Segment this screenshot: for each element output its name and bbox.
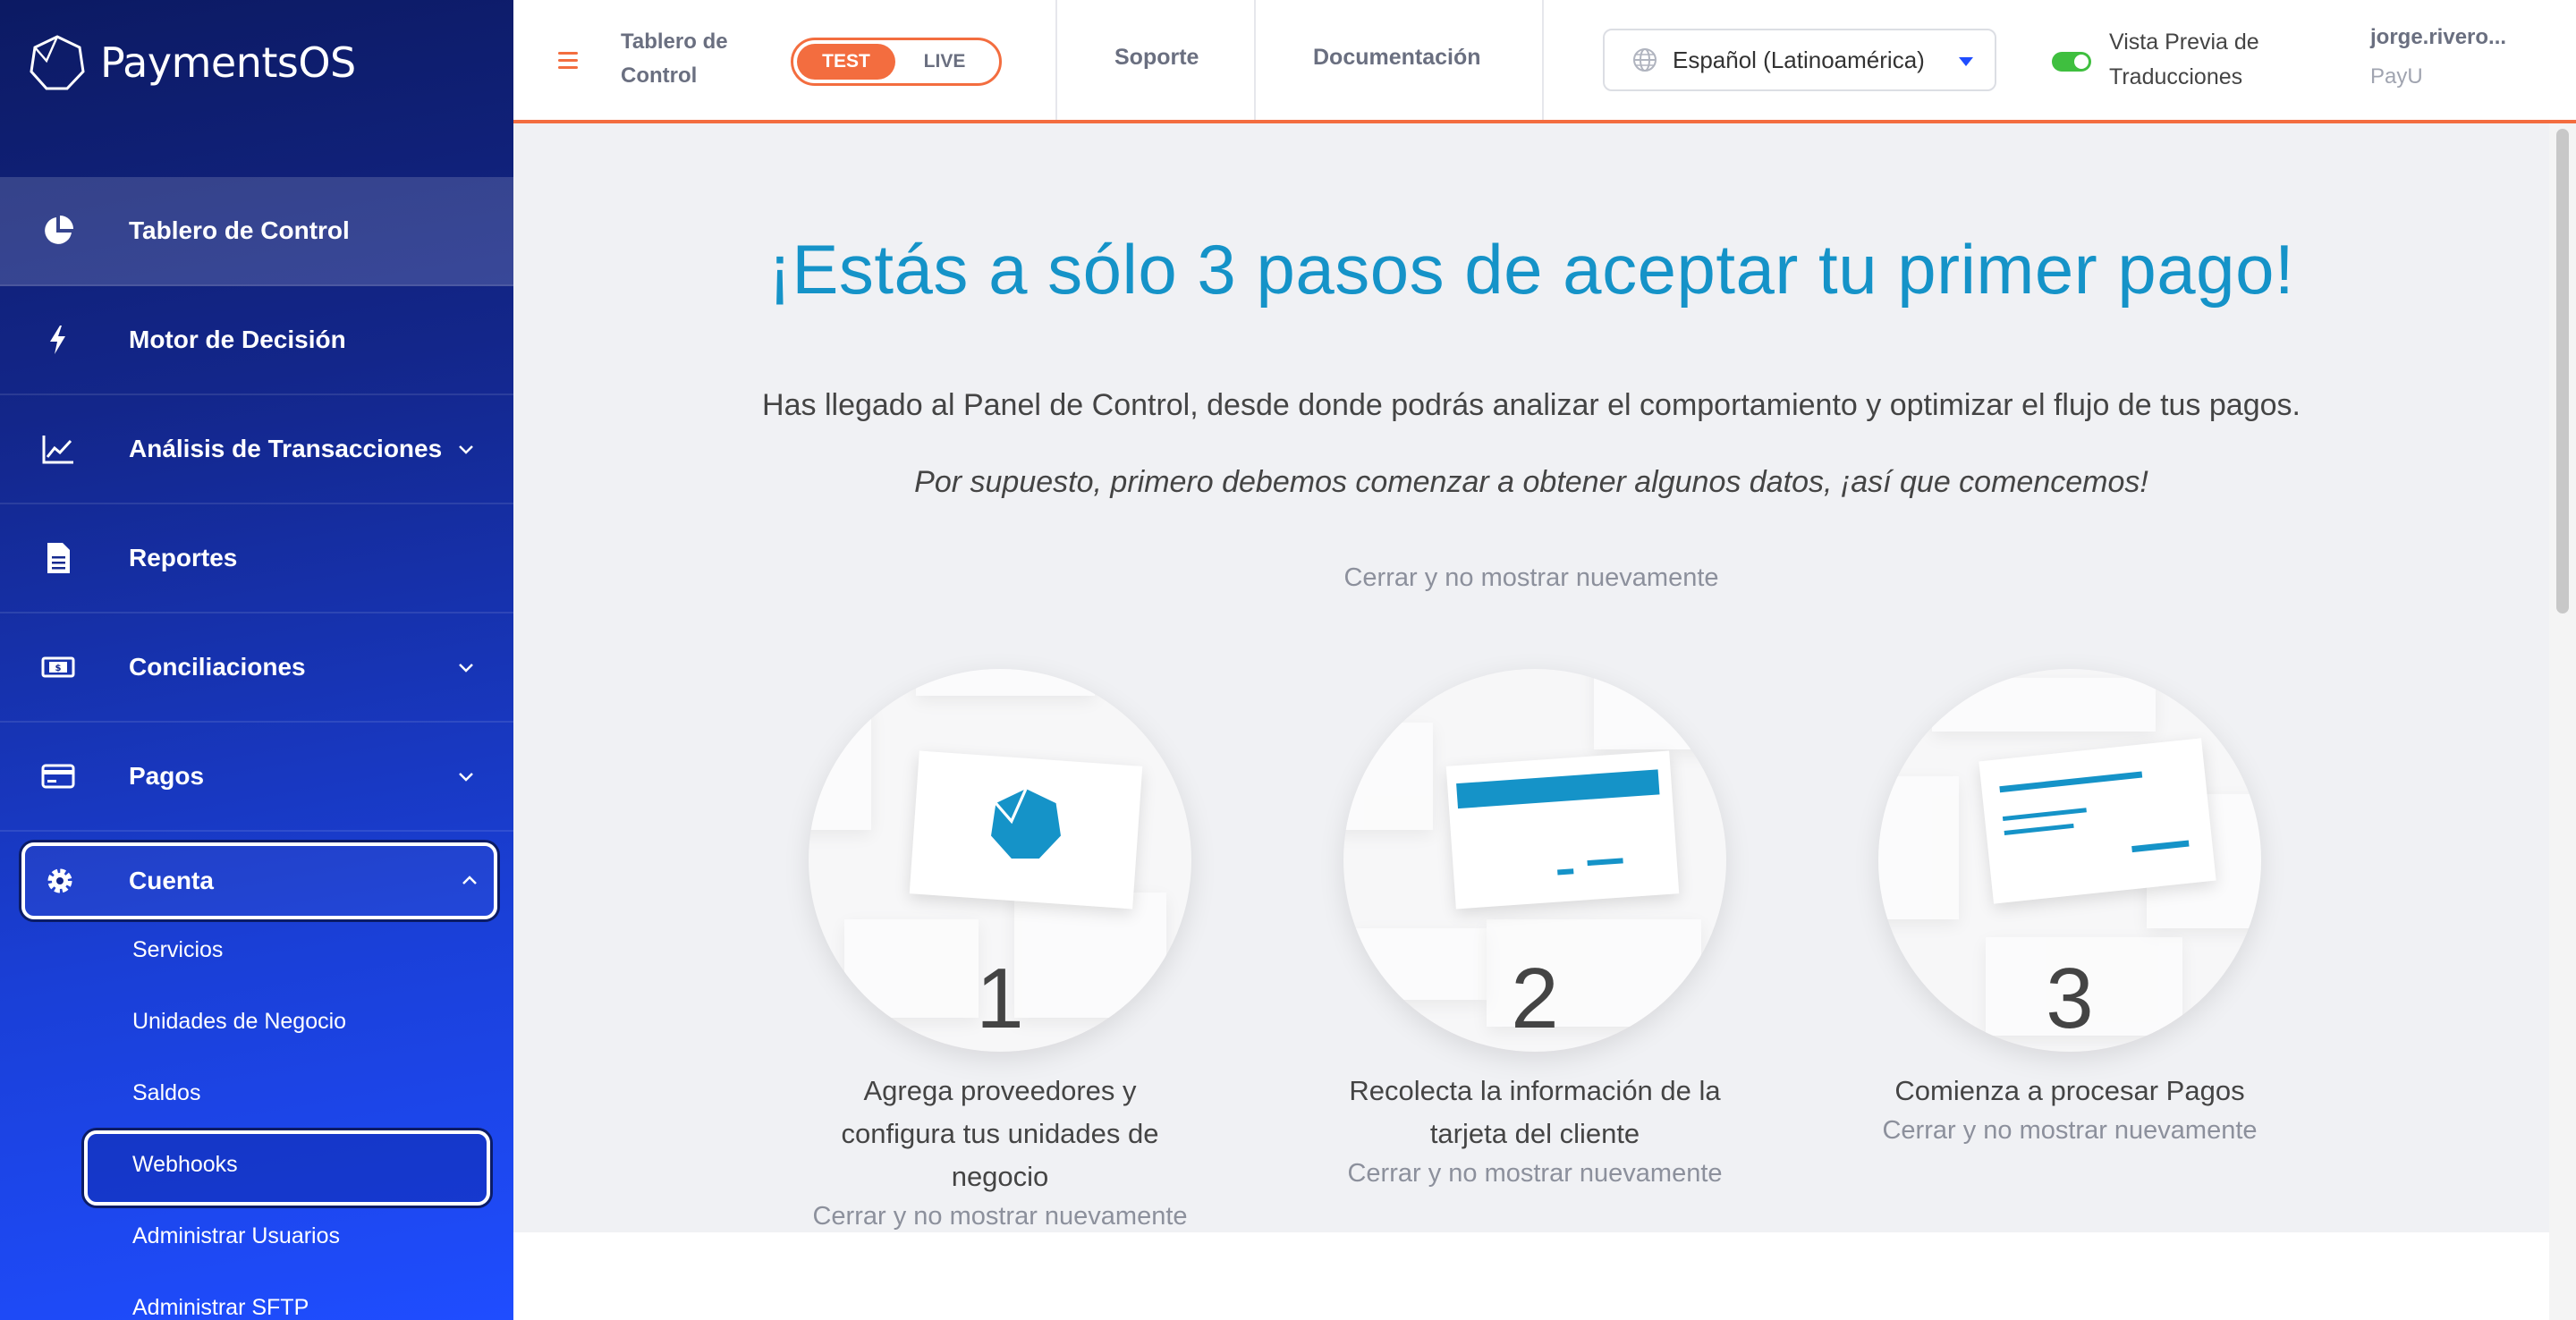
paymentsos-logo-icon [30, 35, 85, 90]
env-live-option[interactable]: LIVE [895, 44, 994, 80]
top-bar: Tablero de Control TEST LIVE Soporte Doc… [513, 0, 2576, 123]
sidebar-item-analisis[interactable]: Análisis de Transacciones [0, 395, 513, 504]
subitem-administrar-usuarios[interactable]: Administrar Usuarios [0, 1197, 513, 1268]
subitem-saldos[interactable]: Saldos [0, 1053, 513, 1125]
scrollbar[interactable] [2549, 123, 2576, 1320]
trend-chart-icon [39, 430, 77, 468]
step-3-illustration: 3 [1878, 669, 2261, 1052]
sidebar-item-label: Pagos [129, 762, 205, 790]
sidebar-item-label: Análisis de Transacciones [129, 435, 443, 462]
translation-preview-label: Vista Previa de Traducciones [2109, 30, 2259, 89]
svg-text:$: $ [55, 664, 62, 673]
step-1-illustration: 1 [809, 669, 1191, 1052]
sidebar-item-reportes[interactable]: Reportes [0, 504, 513, 613]
main-content: ¡Estás a sólo 3 pasos de aceptar tu prim… [513, 123, 2549, 1232]
app-name: PaymentsOS [100, 38, 356, 87]
sidebar-item-label: Conciliaciones [129, 653, 306, 681]
subitem-servicios[interactable]: Servicios [0, 910, 513, 982]
sidebar-item-label: Cuenta [129, 867, 214, 894]
onboarding-headline: ¡Estás a sólo 3 pasos de aceptar tu prim… [767, 230, 2295, 309]
lightning-icon [39, 321, 77, 359]
globe-icon [1633, 48, 1657, 72]
divider [1055, 0, 1057, 120]
sidebar-nav: Tablero de Control Motor de Decisión Aná… [0, 177, 513, 919]
subitem-label: Unidades de Negocio [132, 1009, 347, 1034]
user-name[interactable]: jorge.rivero... [2370, 25, 2506, 50]
sidebar-item-conciliaciones[interactable]: $ Conciliaciones [0, 613, 513, 723]
sidebar: PaymentsOS Tablero de Control Motor de D… [0, 0, 513, 1320]
step-title: Comienza a procesar Pagos [1894, 1075, 2245, 1106]
step-number: 2 [1511, 951, 1559, 1046]
scrollbar-thumb[interactable] [2556, 129, 2569, 613]
sidebar-item-motor[interactable]: Motor de Decisión [0, 286, 513, 395]
sidebar-item-cuenta[interactable]: Cuenta [21, 842, 497, 919]
gear-icon [41, 862, 79, 900]
translation-preview-switch[interactable] [2052, 52, 2091, 72]
sidebar-item-pagos[interactable]: Pagos [0, 723, 513, 832]
subitem-label: Servicios [132, 937, 224, 962]
sidebar-item-tablero[interactable]: Tablero de Control [0, 177, 513, 286]
dismiss-link[interactable]: Cerrar y no mostrar nuevamente [513, 563, 2549, 593]
pie-chart-icon [39, 212, 77, 250]
chevron-down-icon[interactable] [454, 656, 478, 679]
subitem-label: Administrar Usuarios [132, 1223, 341, 1248]
step-3: 3 Comienza a procesar Pagos Cerrar y no … [1873, 669, 2267, 1146]
hamburger-menu-icon[interactable] [558, 52, 578, 70]
chevron-down-icon[interactable] [454, 765, 478, 788]
subitem-unidades-negocio[interactable]: Unidades de Negocio [0, 982, 513, 1053]
subitem-administrar-sftp[interactable]: Administrar SFTP [0, 1268, 513, 1320]
organization-name: PayU [2370, 64, 2423, 89]
sidebar-subnav-cuenta: Servicios Unidades de Negocio Saldos Web… [0, 910, 513, 1320]
support-link[interactable]: Soporte [1114, 45, 1199, 71]
money-icon: $ [39, 648, 77, 686]
caret-down-icon [1959, 57, 1973, 66]
step-1: 1 Agrega proveedores y configura tus uni… [803, 669, 1197, 1231]
onboarding-lead-italic: Por supuesto, primero debemos comenzar a… [914, 465, 2148, 499]
sidebar-item-label: Motor de Decisión [129, 326, 346, 353]
docs-link[interactable]: Documentación [1313, 45, 1481, 71]
step-2: 2 Recolecta la información de la tarjeta… [1338, 669, 1732, 1189]
step-2-illustration: 2 [1343, 669, 1726, 1052]
step-title: Recolecta la información de la tarjeta d… [1349, 1075, 1721, 1149]
step-title: Agrega proveedores y configura tus unida… [841, 1075, 1159, 1192]
environment-toggle[interactable]: TEST LIVE [791, 38, 1002, 86]
credit-card-icon [39, 757, 77, 795]
step-number: 1 [976, 951, 1024, 1046]
step-number: 3 [2046, 951, 2094, 1046]
sidebar-item-label: Tablero de Control [129, 216, 350, 244]
language-value: Español (Latinoamérica) [1673, 46, 1925, 73]
logo[interactable]: PaymentsOS [29, 30, 356, 95]
language-select[interactable]: Español (Latinoamérica) [1603, 29, 1996, 91]
divider [1254, 0, 1256, 120]
subitem-label: Saldos [132, 1080, 201, 1105]
chevron-down-icon[interactable] [454, 437, 478, 461]
step-dismiss-link[interactable]: Cerrar y no mostrar nuevamente [1338, 1159, 1732, 1189]
subitem-webhooks[interactable]: Webhooks [0, 1125, 513, 1197]
subitem-label: Webhooks [132, 1152, 238, 1177]
sidebar-item-label: Reportes [129, 544, 238, 571]
paymentsos-logo-icon [991, 788, 1061, 859]
document-icon [39, 539, 77, 577]
onboarding-lead: Has llegado al Panel de Control, desde d… [762, 388, 2301, 422]
env-test-option[interactable]: TEST [797, 44, 895, 80]
chevron-up-icon[interactable] [458, 869, 481, 893]
step-dismiss-link[interactable]: Cerrar y no mostrar nuevamente [803, 1202, 1197, 1231]
page-title: Tablero de Control [621, 30, 728, 88]
subitem-label: Administrar SFTP [132, 1295, 309, 1320]
content-panel [513, 1232, 2549, 1320]
step-dismiss-link[interactable]: Cerrar y no mostrar nuevamente [1873, 1116, 2267, 1146]
divider [1542, 0, 1544, 120]
